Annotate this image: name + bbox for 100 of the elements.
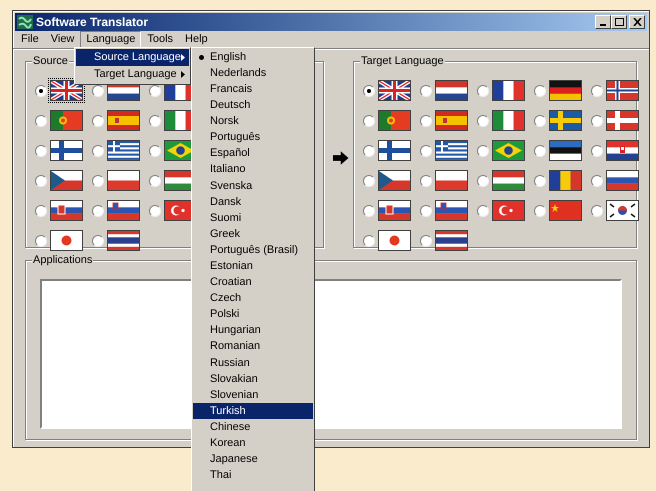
radio-button[interactable] [35,204,47,216]
radio-button[interactable] [477,174,489,186]
radio-button[interactable] [363,174,375,186]
menu-item[interactable]: Slovenian [193,386,313,404]
radio-button[interactable] [92,234,104,246]
menu-item[interactable]: Source Language [76,49,189,66]
flag-icon [107,170,140,191]
radio-button[interactable] [420,204,432,216]
radio-button[interactable] [534,204,546,216]
radio-button[interactable] [149,144,161,156]
radio-button[interactable] [35,144,47,156]
radio-button[interactable] [149,114,161,126]
menu-item[interactable]: Polski [193,306,313,323]
flag-icon [107,230,140,251]
radio-button[interactable] [35,114,47,126]
radio-button[interactable] [92,144,104,156]
menu-item[interactable]: Dansk [193,194,313,210]
radio-button[interactable] [92,84,104,96]
menu-item[interactable]: Croatian [193,274,313,290]
menu-item[interactable]: Russian [193,354,313,371]
menu-item[interactable]: Português [193,129,313,146]
menu-item[interactable]: Chinese [193,419,313,436]
radio-button[interactable] [92,114,104,126]
flag-icon [378,230,411,251]
radio-button[interactable] [363,234,375,246]
radio-button[interactable] [149,174,161,186]
flag-icon [378,170,411,191]
radio-button[interactable] [534,174,546,186]
radio-button[interactable] [363,144,375,156]
menu-item[interactable]: Czech [193,290,313,306]
radio-button[interactable] [35,234,47,246]
menu-item[interactable]: Suomi [193,210,313,226]
menu-item[interactable]: Help [179,31,214,48]
flag-icon [492,170,525,191]
flag-icon [50,230,83,251]
flag-icon [549,140,582,161]
radio-button[interactable] [591,204,603,216]
radio-button[interactable] [92,204,104,216]
radio-button[interactable] [534,84,546,96]
menu-item[interactable]: English [193,49,313,66]
menu-item[interactable]: Romanian [193,338,313,355]
menu-item[interactable]: Japanese [193,451,313,468]
radio-button[interactable] [149,204,161,216]
flag-icon [50,110,83,131]
menu-item[interactable]: Target Language [76,66,189,83]
menu-item[interactable]: Estonian [193,258,313,274]
radio-button[interactable] [591,84,603,96]
radio-button[interactable] [591,144,603,156]
menu-item[interactable]: Español [193,146,313,162]
radio-button[interactable] [477,84,489,96]
close-button[interactable] [629,15,645,29]
radio-button[interactable] [477,114,489,126]
minimize-button[interactable] [595,15,611,29]
radio-button[interactable] [149,84,161,96]
menu-item[interactable]: Turkish [193,403,313,420]
menu-item[interactable]: Nederlands [193,65,313,82]
flag-icon [435,110,468,131]
app-icon [17,15,33,29]
menu-item[interactable]: Italiano [193,162,313,178]
flag-icon [606,110,639,131]
radio-button[interactable] [477,204,489,216]
radio-button[interactable] [591,114,603,126]
radio-button[interactable] [363,114,375,126]
radio-button[interactable] [420,174,432,186]
maximize-button[interactable] [611,15,627,29]
radio-button[interactable] [92,174,104,186]
menu-item[interactable]: Greek [193,226,313,242]
menu-item[interactable]: Tools [141,31,180,48]
flag-icon [378,200,411,221]
menu-item[interactable]: Norsk [193,113,313,130]
radio-button[interactable] [420,114,432,126]
flag-icon [606,200,639,221]
radio-button[interactable] [35,84,47,96]
radio-button[interactable] [420,144,432,156]
flag-icon [549,80,582,101]
menu-item[interactable]: Slovakian [193,370,313,387]
radio-button[interactable] [534,114,546,126]
menu-item[interactable]: Svenska [193,178,313,194]
menu-item[interactable]: Hungarian [193,322,313,339]
radio-button[interactable] [35,174,47,186]
flag-icon [50,200,83,221]
radio-button[interactable] [420,84,432,96]
radio-button[interactable] [591,174,603,186]
menu-item[interactable]: Francais [193,81,313,98]
radio-button[interactable] [363,204,375,216]
menu-item[interactable]: Thai [193,467,313,484]
menu-item[interactable]: Deutsch [193,97,313,114]
radio-button[interactable] [420,234,432,246]
radio-button[interactable] [534,144,546,156]
menu-item[interactable]: Português (Brasil) [193,242,313,258]
flag-icon [549,110,582,131]
flag-icon [50,140,83,161]
menu-item[interactable]: File [15,31,45,48]
menu-item[interactable]: Korean [193,435,313,452]
menu-item[interactable]: View [44,31,80,48]
radio-button[interactable] [477,144,489,156]
radio-button[interactable] [363,84,375,96]
flag-icon [549,170,582,191]
flag-icon [435,140,468,161]
flag-icon [492,80,525,101]
